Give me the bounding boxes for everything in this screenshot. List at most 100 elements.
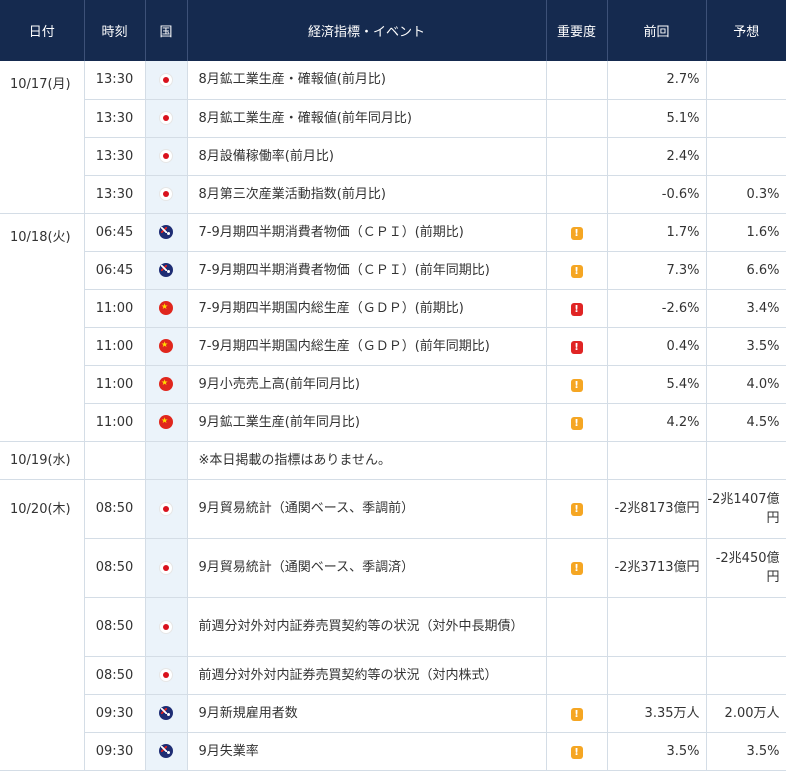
country-cell (145, 61, 188, 100)
event-cell: 7-9月期四半期消費者物価（ＣＰＩ）(前期比) (187, 213, 547, 252)
event-cell: 前週分対外対内証券売買契約等の状況（対内株式） (187, 656, 547, 695)
table-row: 09:30 9月新規雇用者数 ! 3.35万人 2.00万人 (0, 694, 786, 733)
importance-mid-icon: ! (570, 562, 583, 575)
importance-cell (546, 441, 608, 480)
event-cell: 9月鉱工業生産(前年同月比) (187, 403, 547, 442)
forecast-cell: 4.0% (706, 365, 786, 404)
country-cell (145, 137, 188, 176)
importance-high-icon: ! (570, 302, 583, 316)
importance-cell: ! (546, 251, 608, 290)
date-cell: 10/17(月) (0, 61, 85, 214)
header-time: 時刻 (84, 0, 146, 61)
event-cell: 8月鉱工業生産・確報値(前年同月比) (187, 99, 547, 138)
importance-mid-icon: ! (570, 745, 583, 759)
event-cell: 7-9月期四半期国内総生産（ＧＤＰ）(前期比) (187, 289, 547, 328)
importance-cell: ! (546, 479, 608, 539)
japan-flag-icon (159, 187, 173, 201)
importance-cell (546, 99, 608, 138)
importance-mid-icon: ! (570, 378, 583, 392)
previous-cell (607, 441, 707, 480)
table-row: 08:50 前週分対外対内証券売買契約等の状況（対外中長期債） (0, 597, 786, 657)
importance-cell: ! (546, 289, 608, 328)
new-zealand-flag-icon (159, 225, 173, 239)
table-row: 11:00 7-9月期四半期国内総生産（ＧＤＰ）(前年同期比) ! 0.4% 3… (0, 327, 786, 366)
date-cell: 10/19(水) (0, 441, 85, 480)
forecast-cell: -2兆1407億円 (706, 479, 786, 539)
forecast-cell: 1.6% (706, 213, 786, 252)
event-cell: 7-9月期四半期消費者物価（ＣＰＩ）(前年同期比) (187, 251, 547, 290)
country-cell (145, 597, 188, 657)
previous-cell: 7.3% (607, 251, 707, 290)
importance-cell: ! (546, 732, 608, 771)
event-cell: 7-9月期四半期国内総生産（ＧＤＰ）(前年同期比) (187, 327, 547, 366)
time-cell: 06:45 (84, 213, 146, 252)
forecast-cell: 4.5% (706, 403, 786, 442)
japan-flag-icon (159, 111, 173, 125)
japan-flag-icon (159, 72, 173, 87)
previous-cell: 5.4% (607, 365, 707, 404)
event-cell: 8月鉱工業生産・確報値(前月比) (187, 61, 547, 100)
importance-cell (546, 175, 608, 214)
importance-cell (546, 597, 608, 657)
table-row: 13:30 8月設備稼働率(前月比) 2.4% (0, 137, 786, 176)
previous-cell (607, 597, 707, 657)
table-row: 10/20(木) 08:50 9月貿易統計（通関ベース、季調前） ! -2兆81… (0, 479, 786, 771)
header-previous: 前回 (607, 0, 707, 61)
no-events-notice: ※本日掲載の指標はありません。 (187, 441, 547, 480)
time-cell (84, 441, 146, 480)
event-cell: 9月貿易統計（通関ベース、季調前） (187, 479, 547, 539)
event-cell: 9月新規雇用者数 (187, 694, 547, 733)
importance-cell: ! (546, 694, 608, 733)
japan-flag-icon (159, 668, 173, 682)
forecast-cell: 2.00万人 (706, 694, 786, 733)
table-row: 10/19(水) ※本日掲載の指標はありません。 (0, 441, 786, 480)
japan-flag-icon (159, 149, 173, 163)
china-flag-icon (159, 414, 173, 429)
china-flag-icon (159, 338, 173, 353)
previous-cell: 1.7% (607, 213, 707, 252)
time-cell: 06:45 (84, 251, 146, 290)
country-cell (145, 289, 188, 328)
new-zealand-flag-icon (159, 263, 173, 277)
time-cell: 11:00 (84, 327, 146, 366)
australia-flag-icon (159, 706, 173, 720)
time-cell: 11:00 (84, 403, 146, 442)
importance-mid-icon: ! (570, 503, 583, 516)
event-cell: 9月失業率 (187, 732, 547, 771)
forecast-cell: 0.3% (706, 175, 786, 214)
header-country: 国 (145, 0, 188, 61)
country-cell (145, 403, 188, 442)
importance-cell: ! (546, 403, 608, 442)
japan-flag-icon (159, 501, 173, 516)
country-cell (145, 441, 188, 480)
time-cell: 09:30 (84, 694, 146, 733)
time-cell: 11:00 (84, 289, 146, 328)
country-cell (145, 213, 188, 252)
header-forecast: 予想 (706, 0, 786, 61)
previous-cell: 2.7% (607, 61, 707, 100)
table-row: 11:00 9月鉱工業生産(前年同月比) ! 4.2% 4.5% (0, 403, 786, 442)
forecast-cell (706, 137, 786, 176)
importance-cell: ! (546, 327, 608, 366)
time-cell: 08:50 (84, 656, 146, 695)
forecast-cell (706, 656, 786, 695)
australia-flag-icon (159, 744, 173, 758)
previous-cell (607, 656, 707, 695)
country-cell (145, 175, 188, 214)
forecast-cell (706, 99, 786, 138)
forecast-cell: 6.6% (706, 251, 786, 290)
importance-cell (546, 137, 608, 176)
time-cell: 08:50 (84, 597, 146, 657)
importance-mid-icon: ! (570, 707, 583, 721)
time-cell: 13:30 (84, 137, 146, 176)
country-cell (145, 694, 188, 733)
japan-flag-icon (159, 560, 173, 575)
previous-cell: -2兆8173億円 (607, 479, 707, 539)
forecast-cell: 3.5% (706, 732, 786, 771)
time-cell: 13:30 (84, 175, 146, 214)
country-cell (145, 99, 188, 138)
header-importance: 重要度 (546, 0, 608, 61)
date-cell: 10/18(火) (0, 213, 85, 442)
country-cell (145, 365, 188, 404)
table-row: 13:30 8月第三次産業活動指数(前月比) -0.6% 0.3% (0, 175, 786, 214)
